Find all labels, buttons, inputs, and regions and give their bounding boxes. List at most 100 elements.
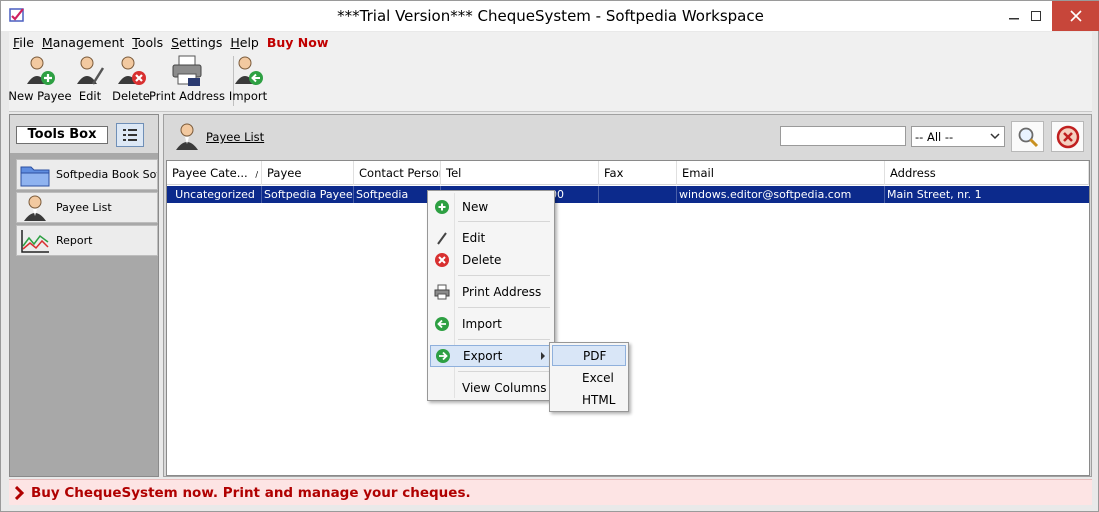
printer-icon — [434, 284, 450, 300]
column-header-contact[interactable]: Contact Person — [354, 161, 441, 185]
export-html[interactable]: HTML — [552, 389, 626, 410]
import-arrow-icon — [435, 317, 449, 331]
context-menu-print-address[interactable]: Print Address — [430, 281, 552, 303]
window-title: ***Trial Version*** ChequeSystem - Softp… — [337, 7, 764, 25]
delete-button[interactable]: Delete — [111, 52, 151, 110]
context-menu-new[interactable]: New — [430, 196, 552, 218]
cell-category: Uncategorized — [167, 186, 262, 203]
context-menu-import[interactable]: Import — [430, 313, 552, 335]
close-button[interactable] — [1052, 1, 1099, 31]
sort-asc-icon: ∕ — [255, 170, 259, 179]
context-menu-separator — [458, 371, 550, 372]
print-address-button[interactable]: Print Address — [149, 52, 225, 110]
cell-address: Main Street, nr. 1 — [887, 188, 982, 201]
menu-management[interactable]: Management — [38, 35, 128, 50]
edit-button[interactable]: Edit — [73, 52, 107, 110]
export-pdf[interactable]: PDF — [552, 345, 626, 366]
menu-buy-now[interactable]: Buy Now — [263, 35, 333, 50]
status-bar[interactable]: Buy ChequeSystem now. Print and manage y… — [9, 479, 1092, 505]
maximize-button[interactable] — [1021, 1, 1051, 31]
table-row[interactable]: Uncategorized Softpedia Payee Softpedia … — [167, 186, 1089, 203]
payee-list-link[interactable]: Payee List — [206, 130, 264, 144]
edit-user-icon — [77, 56, 105, 85]
category-filter-select[interactable]: -- All -- — [911, 126, 1005, 147]
menu-tools[interactable]: Tools — [128, 35, 167, 50]
column-header-email[interactable]: Email — [677, 161, 885, 185]
tools-box-panel: Tools Box Softpedia Book Softpedia — [9, 114, 159, 477]
context-menu-view-columns-label: View Columns — [462, 381, 547, 395]
app-window: ***Trial Version*** ChequeSystem - Softp… — [0, 0, 1099, 512]
context-menu-edit[interactable]: Edit — [430, 227, 552, 249]
print-address-label: Print Address — [149, 89, 225, 103]
column-header-category-label: Payee Cate... — [172, 166, 248, 180]
tools-item-book-label: Softpedia Book Softpedia — [56, 168, 157, 181]
tools-item-report-label: Report — [56, 234, 93, 247]
payee-list-header-icon — [176, 123, 198, 150]
context-menu-new-label: New — [462, 200, 489, 214]
folder-icon — [20, 166, 50, 186]
search-input[interactable] — [780, 126, 906, 146]
close-icon — [1069, 10, 1082, 22]
edit-label: Edit — [78, 89, 102, 103]
column-header-fax[interactable]: Fax — [599, 161, 677, 185]
tools-box-title: Tools Box — [16, 126, 108, 144]
grid-header: Payee Cate... ∕ Payee Contact Person Tel… — [167, 161, 1089, 185]
printer-icon — [172, 55, 202, 86]
cell-email: windows.editor@softpedia.com — [677, 186, 885, 203]
context-menu-view-columns[interactable]: View Columns — [430, 377, 552, 399]
payee-grid[interactable]: Payee Cate... ∕ Payee Contact Person Tel… — [166, 160, 1090, 476]
context-menu-export[interactable]: Export — [430, 345, 552, 367]
minimize-icon — [1009, 18, 1019, 20]
column-header-payee[interactable]: Payee — [262, 161, 354, 185]
tools-item-report[interactable]: Report — [16, 225, 158, 256]
menu-file[interactable]: File — [9, 35, 38, 50]
tools-item-payee-list-label: Payee List — [56, 201, 112, 214]
menu-bar: File Management Tools Settings Help Buy … — [9, 32, 1092, 52]
title-bar[interactable]: ***Trial Version*** ChequeSystem - Softp… — [1, 1, 1099, 31]
person-icon — [24, 195, 46, 221]
menu-help[interactable]: Help — [226, 35, 263, 50]
column-header-address[interactable]: Address — [885, 161, 1089, 185]
context-menu-export-label: Export — [463, 349, 503, 363]
delete-label: Delete — [112, 89, 150, 103]
context-menu-separator — [458, 339, 550, 340]
context-menu-edit-label: Edit — [462, 231, 486, 245]
tools-box-view-toggle[interactable] — [116, 123, 144, 147]
add-icon — [435, 200, 449, 214]
export-arrow-icon — [436, 349, 450, 363]
menu-settings[interactable]: Settings — [167, 35, 226, 50]
context-menu-separator — [458, 275, 550, 276]
cell-payee: Softpedia Payee — [264, 186, 354, 203]
cell-fax — [599, 186, 677, 203]
context-menu-print-address-label: Print Address — [462, 285, 542, 299]
context-menu-delete[interactable]: Delete — [430, 249, 552, 271]
export-excel[interactable]: Excel — [552, 367, 626, 388]
column-header-category[interactable]: Payee Cate... ∕ — [167, 161, 262, 185]
context-menu-delete-label: Delete — [462, 253, 502, 267]
category-filter-value: -- All -- — [915, 129, 954, 144]
toolbar: New Payee Edit Delete Print Address Impo… — [8, 52, 1092, 112]
tools-item-payee-list[interactable]: Payee List — [16, 192, 158, 223]
new-payee-icon — [27, 56, 55, 85]
import-button[interactable]: Import — [228, 52, 268, 110]
import-label: Import — [228, 89, 268, 103]
export-submenu: PDF Excel HTML — [549, 342, 629, 412]
chevron-down-icon — [990, 133, 1000, 140]
new-payee-button[interactable]: New Payee — [8, 52, 72, 110]
new-payee-label: New Payee — [8, 89, 72, 103]
tools-item-book[interactable]: Softpedia Book Softpedia — [16, 159, 158, 190]
list-view-icon — [123, 129, 137, 141]
chevron-right-icon — [15, 485, 25, 500]
search-icon — [1018, 127, 1038, 147]
status-promo-text: Buy ChequeSystem now. Print and manage y… — [31, 484, 471, 501]
context-menu-import-label: Import — [462, 317, 502, 331]
pencil-icon — [437, 232, 447, 245]
clear-search-button[interactable] — [1051, 121, 1084, 152]
column-header-tel[interactable]: Tel — [441, 161, 599, 185]
search-button[interactable] — [1011, 121, 1044, 152]
submenu-arrow-icon — [541, 352, 545, 360]
context-menu-separator — [458, 221, 550, 222]
context-menu: New Edit Delete Print Address Import Exp… — [427, 190, 555, 401]
delete-user-icon — [118, 56, 146, 85]
delete-icon — [435, 253, 449, 267]
